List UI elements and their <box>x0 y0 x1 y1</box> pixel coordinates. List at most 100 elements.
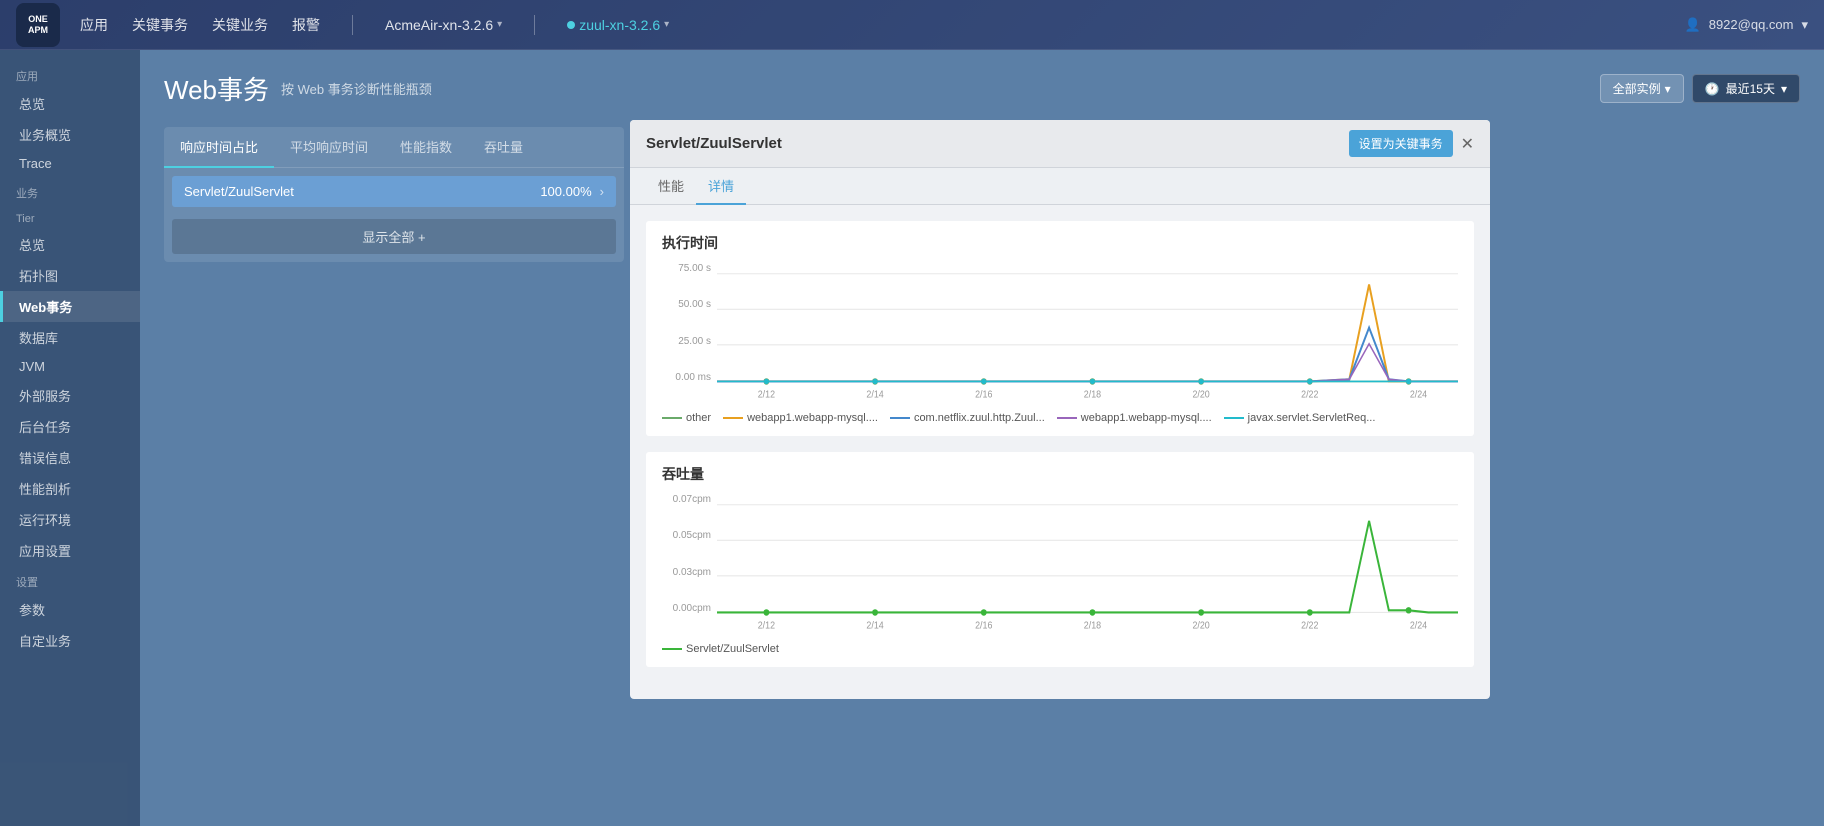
active-dot-icon <box>567 21 575 29</box>
tab-avg-response-time[interactable]: 平均响应时间 <box>274 127 384 168</box>
servlet-name: Servlet/ZuulServlet <box>184 184 540 199</box>
legend-label-javax: javax.servlet.ServletReq... <box>1248 412 1376 424</box>
legend-webapp1-mysql2: webapp1.webapp-mysql.... <box>1057 412 1212 424</box>
sidebar-item-jvm[interactable]: JVM <box>0 353 140 380</box>
legend-zuulservlet: Servlet/ZuulServlet <box>662 643 779 655</box>
page-header: Web事务 按 Web 事务诊断性能瓶颈 全部实例 ▾ 🕐 最近15天 ▾ <box>164 70 1800 107</box>
sidebar-item-errors[interactable]: 错误信息 <box>0 442 140 473</box>
sidebar-item-trace[interactable]: Trace <box>0 150 140 177</box>
show-all-button[interactable]: 显示全部 + <box>172 219 616 254</box>
servlet-row-zuulservlet[interactable]: Servlet/ZuulServlet 100.00% › <box>172 176 616 207</box>
time-filter-button[interactable]: 🕐 最近15天 ▾ <box>1692 74 1800 103</box>
tab-throughput[interactable]: 吞吐量 <box>468 127 539 168</box>
sidebar-item-background-tasks[interactable]: 后台任务 <box>0 411 140 442</box>
user-email[interactable]: 8922@qq.com <box>1709 17 1794 32</box>
svg-text:2/12: 2/12 <box>758 620 775 630</box>
throughput-chart-title: 吞吐量 <box>662 464 1458 484</box>
nav-link-key-tasks[interactable]: 关键事务 <box>132 15 188 35</box>
y-label-007: 0.07cpm <box>662 494 717 505</box>
legend-color-zuul <box>890 417 910 419</box>
top-right-user: 👤 8922@qq.com ▾ <box>1685 17 1808 33</box>
detail-panel: Servlet/ZuulServlet 设置为关键事务 ✕ 性能 详情 执行时间… <box>630 120 1490 699</box>
sidebar-item-web-transactions[interactable]: Web事务 <box>0 291 140 322</box>
tab-response-time-ratio[interactable]: 响应时间占比 <box>164 127 274 168</box>
nav-link-apps[interactable]: 应用 <box>80 15 108 35</box>
tab-performance-index[interactable]: 性能指数 <box>384 127 468 168</box>
content-area: Web事务 按 Web 事务诊断性能瓶颈 全部实例 ▾ 🕐 最近15天 ▾ 响应… <box>140 50 1824 826</box>
sidebar-item-profiling[interactable]: 性能剖析 <box>0 473 140 504</box>
close-button[interactable]: ✕ <box>1461 134 1474 154</box>
exec-time-chart-wrapper: 75.00 s 50.00 s 25.00 s 0.00 ms <box>662 263 1458 406</box>
legend-javax-servlet: javax.servlet.ServletReq... <box>1224 412 1376 424</box>
sidebar-section-settings: 设置 <box>0 566 140 594</box>
svg-text:2/22: 2/22 <box>1301 620 1318 630</box>
app-selector-acmeair[interactable]: AcmeAir-xn-3.2.6 ▾ <box>385 17 502 33</box>
instance-filter-button[interactable]: 全部实例 ▾ <box>1600 74 1684 103</box>
set-key-transaction-button[interactable]: 设置为关键事务 <box>1349 130 1453 157</box>
legend-color-zuulservlet <box>662 648 682 650</box>
exec-time-chart-title: 执行时间 <box>662 233 1458 253</box>
y-label-000: 0.00cpm <box>662 603 717 614</box>
legend-color-other <box>662 417 682 419</box>
sidebar-item-topology[interactable]: 拓扑图 <box>0 260 140 291</box>
exec-time-svg: 2/12 2/14 2/16 2/18 2/20 2/22 2/24 <box>717 263 1458 403</box>
svg-text:2/24: 2/24 <box>1410 389 1427 399</box>
sidebar-item-runtime[interactable]: 运行环境 <box>0 504 140 535</box>
svg-text:2/22: 2/22 <box>1301 389 1318 399</box>
header-actions: 全部实例 ▾ 🕐 最近15天 ▾ <box>1600 74 1800 103</box>
sidebar-item-app-settings[interactable]: 应用设置 <box>0 535 140 566</box>
logo-text: ONEAPM <box>28 14 48 36</box>
y-label-25: 25.00 s <box>662 336 717 347</box>
detail-body: 执行时间 75.00 s 50.00 s 25.00 s 0.00 ms <box>630 205 1490 699</box>
throughput-chart-inner: 2/12 2/14 2/16 2/18 2/20 2/22 2/24 <box>717 494 1458 637</box>
legend-label-zuul: com.netflix.zuul.http.Zuul... <box>914 412 1045 424</box>
clock-icon: 🕐 <box>1705 82 1720 96</box>
sidebar-item-overview[interactable]: 总览 <box>0 88 140 119</box>
time-dropdown-arrow-icon: ▾ <box>1781 82 1787 96</box>
legend-color-javax <box>1224 417 1244 419</box>
legend-color-webapp2 <box>1057 417 1077 419</box>
nav-link-alerts[interactable]: 报警 <box>292 15 320 35</box>
nav-divider-2 <box>534 15 535 35</box>
main-layout: 应用 总览 业务概览 Trace 业务 Tier 总览 拓扑图 Web事务 数据… <box>0 50 1824 826</box>
sidebar-item-custom-biz[interactable]: 自定业务 <box>0 625 140 656</box>
y-label-50: 50.00 s <box>662 299 717 310</box>
detail-tab-performance[interactable]: 性能 <box>646 168 696 205</box>
detail-tab-details[interactable]: 详情 <box>696 168 746 205</box>
sidebar-item-external-services[interactable]: 外部服务 <box>0 380 140 411</box>
throughput-svg: 2/12 2/14 2/16 2/18 2/20 2/22 2/24 <box>717 494 1458 634</box>
y-label-003: 0.03cpm <box>662 567 717 578</box>
exec-time-y-axis: 75.00 s 50.00 s 25.00 s 0.00 ms <box>662 263 717 403</box>
exec-time-chart-section: 执行时间 75.00 s 50.00 s 25.00 s 0.00 ms <box>646 221 1474 436</box>
legend-label-webapp1: webapp1.webapp-mysql.... <box>747 412 878 424</box>
logo: ONEAPM <box>16 3 60 47</box>
sidebar: 应用 总览 业务概览 Trace 业务 Tier 总览 拓扑图 Web事务 数据… <box>0 50 140 826</box>
chevron-down-icon-2: ▾ <box>664 19 669 30</box>
top-navigation: ONEAPM 应用 关键事务 关键业务 报警 AcmeAir-xn-3.2.6 … <box>0 0 1824 50</box>
throughput-y-axis: 0.07cpm 0.05cpm 0.03cpm 0.00cpm <box>662 494 717 634</box>
user-icon: 👤 <box>1685 17 1701 33</box>
detail-tabs: 性能 详情 <box>630 168 1490 205</box>
detail-panel-title: Servlet/ZuulServlet <box>646 135 1349 152</box>
sidebar-item-biz-overview[interactable]: 业务概览 <box>0 119 140 150</box>
sidebar-item-tier-overview[interactable]: 总览 <box>0 229 140 260</box>
tabs-body: Servlet/ZuulServlet 100.00% › 显示全部 + <box>164 176 624 262</box>
user-chevron-icon: ▾ <box>1801 17 1808 33</box>
sidebar-item-database[interactable]: 数据库 <box>0 322 140 353</box>
page-subtitle: 按 Web 事务诊断性能瓶颈 <box>281 79 432 98</box>
app-selector-zuul[interactable]: zuul-xn-3.2.6 ▾ <box>567 17 669 33</box>
legend-zuul-http: com.netflix.zuul.http.Zuul... <box>890 412 1045 424</box>
throughput-chart-wrapper: 0.07cpm 0.05cpm 0.03cpm 0.00cpm <box>662 494 1458 637</box>
throughput-legend: Servlet/ZuulServlet <box>662 643 1458 655</box>
exec-time-chart-inner: 2/12 2/14 2/16 2/18 2/20 2/22 2/24 <box>717 263 1458 406</box>
nav-link-key-biz[interactable]: 关键业务 <box>212 15 268 35</box>
svg-text:2/12: 2/12 <box>758 389 775 399</box>
svg-text:2/14: 2/14 <box>866 620 883 630</box>
svg-text:2/24: 2/24 <box>1410 620 1427 630</box>
sidebar-section-biz: 业务 <box>0 177 140 205</box>
y-label-75: 75.00 s <box>662 263 717 274</box>
legend-webapp1-mysql: webapp1.webapp-mysql.... <box>723 412 878 424</box>
legend-other: other <box>662 412 711 424</box>
tabs-header: 响应时间占比 平均响应时间 性能指数 吞吐量 <box>164 127 624 168</box>
sidebar-item-params[interactable]: 参数 <box>0 594 140 625</box>
